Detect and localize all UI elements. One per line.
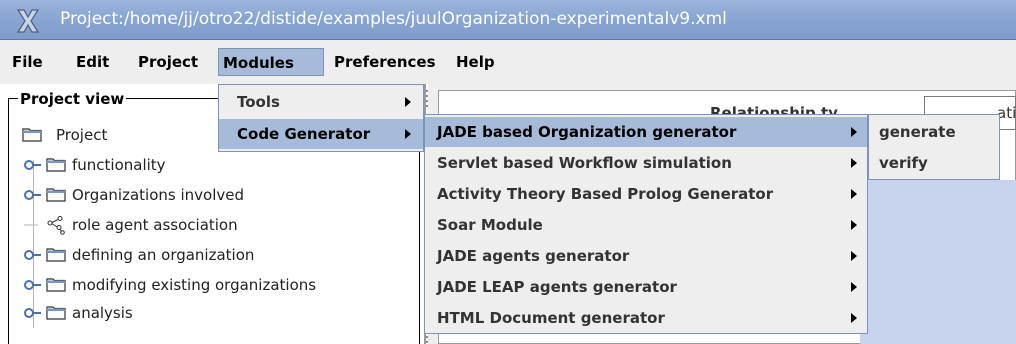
folder-icon — [46, 278, 66, 292]
submenu-arrow-icon — [851, 158, 857, 168]
menu-item-servlet-workflow[interactable]: Servlet based Workflow simulation — [425, 148, 867, 178]
submenu-arrow-icon — [851, 313, 857, 323]
tree-root[interactable]: Project — [22, 122, 222, 148]
menu-item-html-document[interactable]: HTML Document generator — [425, 303, 867, 333]
expand-key-icon[interactable] — [24, 306, 42, 320]
code-generator-menu: JADE based Organization generator Servle… — [424, 114, 868, 334]
menu-item-verify[interactable]: verify — [869, 148, 999, 178]
tree-item-label: analysis — [72, 304, 133, 322]
submenu-arrow-icon — [851, 282, 857, 292]
tree-item-label: functionality — [72, 156, 166, 174]
menu-item-label: Soar Module — [437, 216, 543, 234]
app-x-icon — [16, 9, 40, 33]
menu-item-label: JADE LEAP agents generator — [437, 278, 677, 296]
menu-item-label: Tools — [237, 93, 280, 111]
submenu-arrow-icon — [405, 97, 411, 107]
tree-item[interactable]: functionality — [24, 152, 404, 178]
menu-help[interactable]: Help — [452, 48, 499, 76]
tree-item-label: role agent association — [72, 216, 238, 234]
menu-item-label: JADE agents generator — [437, 247, 630, 265]
folder-icon — [22, 128, 42, 142]
tree-branch-line — [24, 224, 38, 226]
menu-item-tools[interactable]: Tools — [219, 87, 423, 117]
tree-item[interactable]: role agent association — [24, 212, 404, 238]
folder-icon — [46, 306, 66, 320]
submenu-arrow-icon — [851, 220, 857, 230]
title-bar[interactable]: Project:/home/jj/otro22/distide/examples… — [0, 0, 1016, 40]
menu-item-label: generate — [879, 123, 956, 141]
menu-item-generate[interactable]: generate — [869, 117, 999, 147]
expand-key-icon[interactable] — [24, 158, 42, 172]
expand-key-icon[interactable] — [24, 188, 42, 202]
menu-item-jade-org-generator[interactable]: JADE based Organization generator — [425, 117, 867, 147]
tree-item[interactable]: modifying existing organizations — [24, 272, 404, 298]
menu-item-jade-agents[interactable]: JADE agents generator — [425, 241, 867, 271]
folder-icon — [46, 158, 66, 172]
menu-item-label: Activity Theory Based Prolog Generator — [437, 185, 774, 203]
menu-item-label: Servlet based Workflow simulation — [437, 154, 732, 172]
menu-item-activity-prolog[interactable]: Activity Theory Based Prolog Generator — [425, 179, 867, 209]
folder-icon — [46, 248, 66, 262]
relationship-icon — [47, 216, 65, 235]
menu-item-label: HTML Document generator — [437, 309, 665, 327]
modules-menu: Tools Code Generator — [218, 84, 424, 152]
menu-project[interactable]: Project — [134, 48, 202, 76]
menu-item-label: Code Generator — [237, 125, 371, 143]
splitter-handle-bottom-icon[interactable] — [424, 334, 430, 344]
menu-item-jade-leap-agents[interactable]: JADE LEAP agents generator — [425, 272, 867, 302]
project-view-title: Project view — [18, 90, 127, 108]
menu-modules[interactable]: Modules — [218, 48, 324, 76]
submenu-arrow-icon — [405, 129, 411, 139]
menu-preferences[interactable]: Preferences — [330, 48, 440, 76]
submenu-arrow-icon — [851, 251, 857, 261]
folder-icon — [46, 188, 66, 202]
splitter-handle-icon[interactable] — [424, 88, 430, 112]
menu-file[interactable]: File — [8, 48, 47, 76]
submenu-arrow-icon — [851, 189, 857, 199]
menu-item-code-generator[interactable]: Code Generator — [219, 119, 423, 149]
expand-key-icon[interactable] — [24, 278, 42, 292]
submenu-arrow-icon — [851, 127, 857, 137]
tree-root-label: Project — [56, 126, 108, 144]
tree-item[interactable]: defining an organization — [24, 242, 404, 268]
diagram-canvas[interactable] — [860, 180, 1016, 344]
menu-item-label: verify — [879, 154, 928, 172]
tree-item[interactable]: Organizations involved — [24, 182, 404, 208]
window-title: Project:/home/jj/otro22/distide/examples… — [60, 9, 727, 29]
tree-item-label: Organizations involved — [72, 186, 245, 204]
tree-item[interactable]: analysis — [24, 300, 404, 326]
menu-edit[interactable]: Edit — [72, 48, 113, 76]
menu-item-label: JADE based Organization generator — [437, 123, 737, 141]
menu-item-soar-module[interactable]: Soar Module — [425, 210, 867, 240]
expand-key-icon[interactable] — [24, 248, 42, 262]
menu-bar: File Edit Project Modules Preferences He… — [0, 40, 1016, 84]
jade-org-generator-menu: generate verify — [868, 114, 1000, 180]
tree-item-label: defining an organization — [72, 246, 255, 264]
tree-item-label: modifying existing organizations — [72, 276, 317, 294]
